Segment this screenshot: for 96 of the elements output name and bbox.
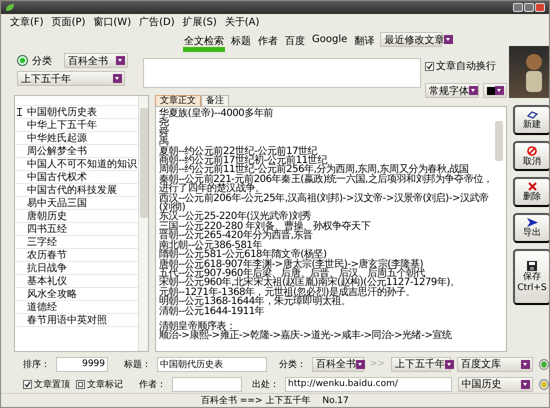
category-dropdown[interactable]: 百科全书 [312, 356, 364, 372]
article-text-line: 秦朝--公元前221-元前206年秦王(嬴政)统一六国,之后项羽和刘邦为争夺帝位，进行了四年的楚汉战争。 [159, 174, 494, 194]
library-dropdown[interactable]: 中国历史 [458, 376, 533, 392]
list-item[interactable]: 周公解梦全书 [27, 144, 87, 158]
article-text-line: 唐朝--公元618-907年李渊->唐太宗(李世民)->唐玄宗(李隆基) [159, 260, 424, 269]
list-item[interactable]: 四书五经 [27, 222, 67, 236]
article-text-line: 顺治->康熙->雍正->乾隆->嘉庆->道光->咸丰->同治->光绪->宣统 [159, 331, 453, 341]
search-tab[interactable]: 百度 [284, 32, 306, 52]
article-text-line: 隋朝--公元581-公元618年隋文帝(杨坚) [159, 250, 327, 260]
list-item[interactable]: 风水全攻略 [27, 287, 77, 301]
checkbox[interactable] [425, 62, 434, 70]
menu-item[interactable]: 页面(P) [52, 15, 86, 29]
list-item[interactable]: 中华上下五千年 [27, 118, 97, 132]
search-tab[interactable]: 全文检索 [183, 32, 225, 52]
article-text-area[interactable] [155, 106, 507, 352]
menu-item[interactable]: 扩展(S) [182, 15, 217, 29]
export-button[interactable]: 导出 [513, 213, 549, 243]
content-tab[interactable]: 备注 [201, 95, 229, 106]
origin-field[interactable]: http://wenku.baidu.com/ [285, 376, 452, 392]
status-path: 百科全书 ==> 上下五千年 [201, 394, 310, 407]
minimize-button[interactable] [513, 3, 523, 12]
search-tab[interactable]: 作者 [257, 32, 279, 52]
delete-icon [528, 182, 536, 191]
subcategory-dropdown[interactable]: 上下五千年 [391, 356, 452, 372]
scrollbar[interactable] [138, 96, 148, 351]
list-item[interactable]: 春节用语中英对照 [27, 313, 107, 327]
field-label: 分类： [279, 358, 306, 370]
menu-item[interactable]: 广告(D) [139, 15, 175, 29]
list-item[interactable]: 农历春节 [27, 248, 67, 262]
field-label: 作者： [139, 378, 166, 390]
field-label: 排序： [23, 358, 50, 370]
avatar-picture [509, 46, 549, 98]
cancel-button[interactable]: 取消 [513, 141, 549, 171]
source-dropdown[interactable]: 百度文库 [457, 356, 533, 372]
checkbox-label: 文章标记 [87, 378, 123, 390]
content-tab[interactable]: 文章正文 [155, 95, 201, 106]
search-tab[interactable]: Google [311, 32, 348, 52]
maximize-button[interactable] [524, 3, 534, 12]
leaf-icon [5, 3, 15, 12]
checkbox-label: 文章自动换行 [436, 60, 496, 73]
color-dropdown[interactable] [483, 83, 507, 98]
field-label: 标题： [124, 358, 151, 370]
article-text-line: 宋朝--公元960年,北宋宋太祖(赵匡胤)南宋(赵构)(公元1127-1279年)。 [159, 278, 461, 288]
save-icon [527, 261, 537, 271]
sort-field[interactable]: 9999 [56, 356, 108, 372]
author-field[interactable] [172, 376, 242, 392]
article-text-line: 清朝皇帝顺序表： [159, 322, 236, 332]
search-tab[interactable]: 标题 [230, 32, 252, 52]
list-item[interactable]: 中华姓氏起源 [27, 131, 87, 145]
cancel-icon [527, 146, 537, 156]
article-text-line: 禹 [159, 137, 169, 147]
article-text-line: 舜 [159, 128, 170, 138]
delete-button[interactable]: 删除 [513, 177, 549, 207]
menu-item[interactable]: 文章(F) [10, 15, 44, 29]
list-item[interactable]: 基本礼仪 [27, 274, 67, 288]
article-text-line: 华夏族(皇帝)--4000多年前 [159, 109, 274, 118]
article-text-line: 明朝--公元1368-1644年，朱元璋即明太祖。 [159, 297, 351, 307]
checkbox[interactable] [23, 380, 32, 388]
field-label: 出处： [252, 378, 279, 390]
subcategory-dropdown[interactable]: 上下五千年 [17, 71, 125, 86]
list-item[interactable]: 中国古代权术 [27, 170, 87, 184]
save-button[interactable]: 保存 Ctrl+S [513, 249, 549, 305]
new-button[interactable]: 新建 [513, 105, 549, 135]
category-dropdown[interactable]: 百科全书 [64, 53, 128, 68]
eraser-icon [526, 110, 538, 118]
checkbox-label: 文章置顶 [34, 378, 70, 390]
separator-text: >> [370, 359, 386, 369]
arrow-icon [526, 218, 538, 227]
search-tab[interactable]: 翻译 [353, 32, 376, 52]
menu-item[interactable]: 关于(A) [224, 15, 260, 29]
radio-label: 分类 [32, 54, 52, 68]
article-text-line: 晋朝--公元265-420年分为西晋,东晋 [159, 231, 313, 241]
font-dropdown[interactable]: 常规字体 [425, 83, 479, 98]
search-field[interactable] [143, 58, 421, 88]
checkbox[interactable] [76, 380, 85, 388]
menu-item[interactable]: 窗口(W) [93, 15, 132, 29]
article-text-line: 尧 [159, 118, 169, 128]
list-item[interactable]: 三字经 [27, 235, 57, 249]
radio-button[interactable] [17, 55, 28, 66]
article-text-line: 东汉--公元25-220年(汉光武帝)刘秀 [159, 212, 312, 222]
article-text-line: 元朝--1271年-1368年，元世祖(忽必烈)是成吉思汗的孙子。 [159, 288, 416, 298]
list-item[interactable]: 中国朝代历史表 [27, 105, 97, 119]
article-text-line: 清朝--公元1644-1911年 [159, 306, 266, 316]
title-field[interactable]: 中国朝代历史表 [157, 356, 267, 372]
status-number: No.17 [322, 396, 349, 406]
list-item[interactable]: 易中天品三国 [27, 196, 87, 210]
article-text-line: 商朝--约公元前17世纪初-公元前11世纪 [159, 156, 328, 166]
article-text-line: 周朝--约公元前11世纪-公元前256年,分为西周,东周,东周又分为春秋,战国 [159, 165, 469, 175]
link-button[interactable] [538, 378, 549, 390]
list-item[interactable]: 道德经 [27, 300, 57, 314]
article-text-line: 三国--公元220-280 年刘备、曹操、孙权争夺天下 [159, 222, 372, 232]
list-item[interactable]: 唐朝历史 [27, 209, 67, 223]
add-button[interactable] [538, 358, 549, 370]
list-item[interactable]: 抗日战争 [27, 261, 67, 275]
close-button[interactable] [535, 3, 545, 12]
article-text-line: 南北朝--公元386-581年 [159, 240, 262, 250]
